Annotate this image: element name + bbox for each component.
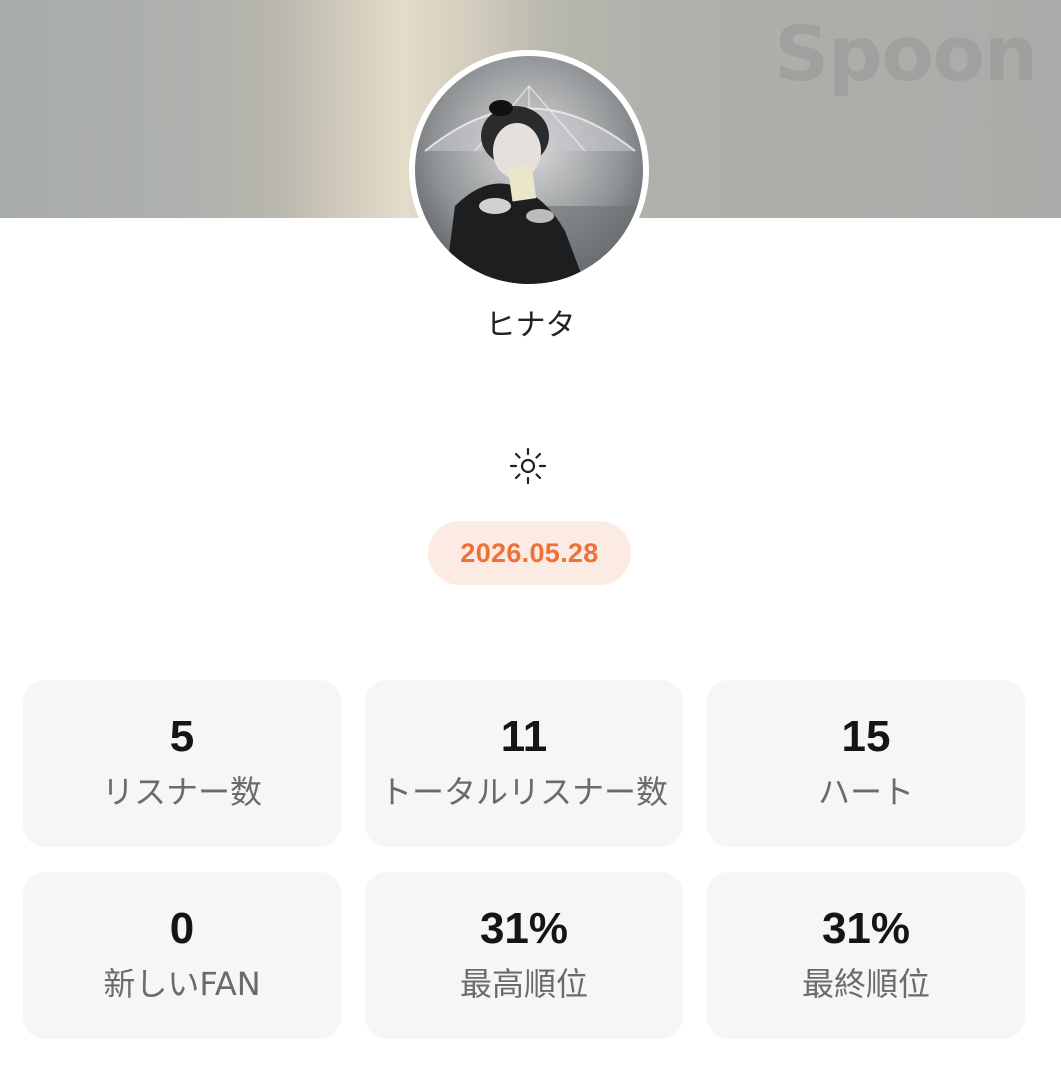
avatar-image — [415, 56, 643, 284]
stat-value: 0 — [169, 904, 195, 953]
stat-card-final-rank: 31% 最終順位 — [707, 872, 1025, 1039]
stat-card-total-listeners: 11 トータルリスナー数 — [365, 680, 683, 847]
username: ヒナタ — [485, 308, 576, 343]
stat-value: 11 — [500, 712, 548, 761]
stat-card-new-fans: 0 新しいFAN — [23, 872, 341, 1039]
stat-label: トータルリスナー数 — [379, 773, 668, 811]
stat-label: 最高順位 — [459, 965, 588, 1003]
stats-grid: 5 リスナー数 11 トータルリスナー数 15 ハート 0 新しいFAN 31%… — [23, 680, 1026, 1039]
spoon-logo: Spoon — [774, 9, 1038, 98]
stat-label: リスナー数 — [101, 773, 262, 811]
stat-value: 15 — [841, 712, 891, 761]
sun-icon — [509, 447, 547, 485]
stat-label: ハート — [817, 773, 914, 811]
stat-value: 31% — [479, 904, 569, 953]
date-badge: 2026.05.28 — [428, 521, 631, 585]
live-report-page: Spoon ヒナタ 2026.05.28 5 リスナー数 11 トータルリスナー… — [0, 0, 1061, 1073]
avatar[interactable] — [409, 50, 649, 290]
stat-value: 31% — [821, 904, 911, 953]
stat-label: 最終順位 — [801, 965, 930, 1003]
stat-label: 新しいFAN — [103, 965, 261, 1003]
stat-card-highest-rank: 31% 最高順位 — [365, 872, 683, 1039]
stat-card-hearts: 15 ハート — [707, 680, 1025, 847]
stat-value: 5 — [169, 712, 195, 761]
stat-card-listeners: 5 リスナー数 — [23, 680, 341, 847]
